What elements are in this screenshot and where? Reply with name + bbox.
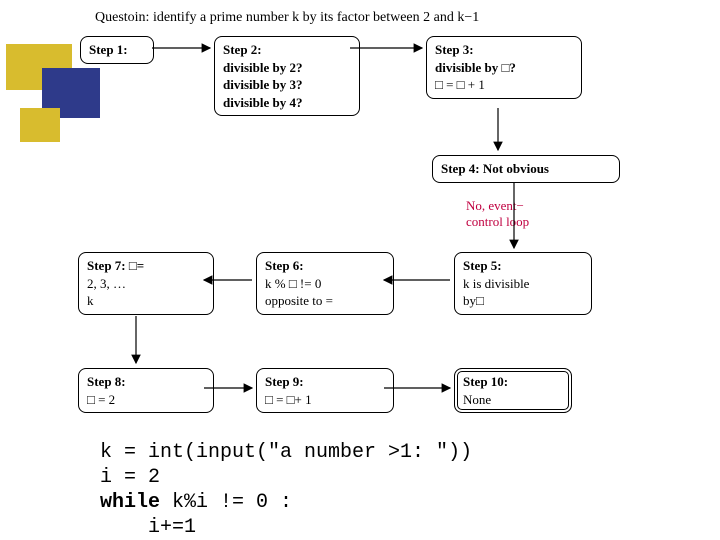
step-6-line-2: opposite to = [265, 292, 385, 310]
step-3-line-1: divisible by □? [435, 59, 573, 77]
step-2-box: Step 2: divisible by 2? divisible by 3? … [214, 36, 360, 116]
step-7-title: Step 7: □= [87, 257, 205, 275]
step-1-box: Step 1: [80, 36, 154, 64]
step-10-box: Step 10: None [454, 368, 572, 413]
step-5-line-1: k is divisible [463, 275, 583, 293]
step-2-line-1: divisible by 2? [223, 59, 351, 77]
step-9-box: Step 9: □ = □+ 1 [256, 368, 394, 413]
step-5-line-2: by□ [463, 292, 583, 310]
step-6-box: Step 6: k % □ != 0 opposite to = [256, 252, 394, 315]
step-3-box: Step 3: divisible by □? □ = □ + 1 [426, 36, 582, 99]
step-7-line-2: k [87, 292, 205, 310]
step-4-box: Step 4: Not obvious [432, 155, 620, 183]
loop-note: No, event− control loop [466, 198, 529, 231]
diagram-page: Questoin: identify a prime number k by i… [0, 0, 720, 540]
step-9-line-1: □ = □+ 1 [265, 391, 385, 409]
step-6-title: Step 6: [265, 257, 385, 275]
step-5-title: Step 5: [463, 257, 583, 275]
step-2-title: Step 2: [223, 41, 351, 59]
step-10-title: Step 10: [463, 373, 563, 391]
step-1-title: Step 1: [89, 42, 128, 57]
code-l4: i+=1 [100, 516, 196, 539]
code-l3a: while [100, 491, 160, 514]
step-7-line-1: 2, 3, … [87, 275, 205, 293]
note-line-2: control loop [466, 214, 529, 230]
deco-yellow-2 [20, 108, 60, 142]
step-2-line-3: divisible by 4? [223, 94, 351, 112]
step-3-line-2: □ = □ + 1 [435, 76, 573, 94]
question-text: Questoin: identify a prime number k by i… [95, 10, 479, 26]
step-3-title: Step 3: [435, 41, 573, 59]
step-5-box: Step 5: k is divisible by□ [454, 252, 592, 315]
step-7-box: Step 7: □= 2, 3, … k [78, 252, 214, 315]
code-block: k = int(input("a number >1: ")) i = 2 wh… [100, 440, 472, 540]
note-line-1: No, event− [466, 198, 529, 214]
step-2-line-2: divisible by 3? [223, 76, 351, 94]
code-l1a: k = int(input( [100, 441, 268, 464]
step-6-line-1: k % □ != 0 [265, 275, 385, 293]
code-l2: i = 2 [100, 466, 160, 489]
code-l3b: k%i != 0 : [160, 491, 292, 514]
step-4-title: Step 4: Not obvious [441, 161, 549, 176]
code-l1c: )) [448, 441, 472, 464]
code-l1b: "a number >1: " [268, 441, 448, 464]
step-9-title: Step 9: [265, 373, 385, 391]
step-8-line-1: □ = 2 [87, 391, 205, 409]
step-8-title: Step 8: [87, 373, 205, 391]
step-10-line-1: None [463, 391, 563, 409]
step-8-box: Step 8: □ = 2 [78, 368, 214, 413]
